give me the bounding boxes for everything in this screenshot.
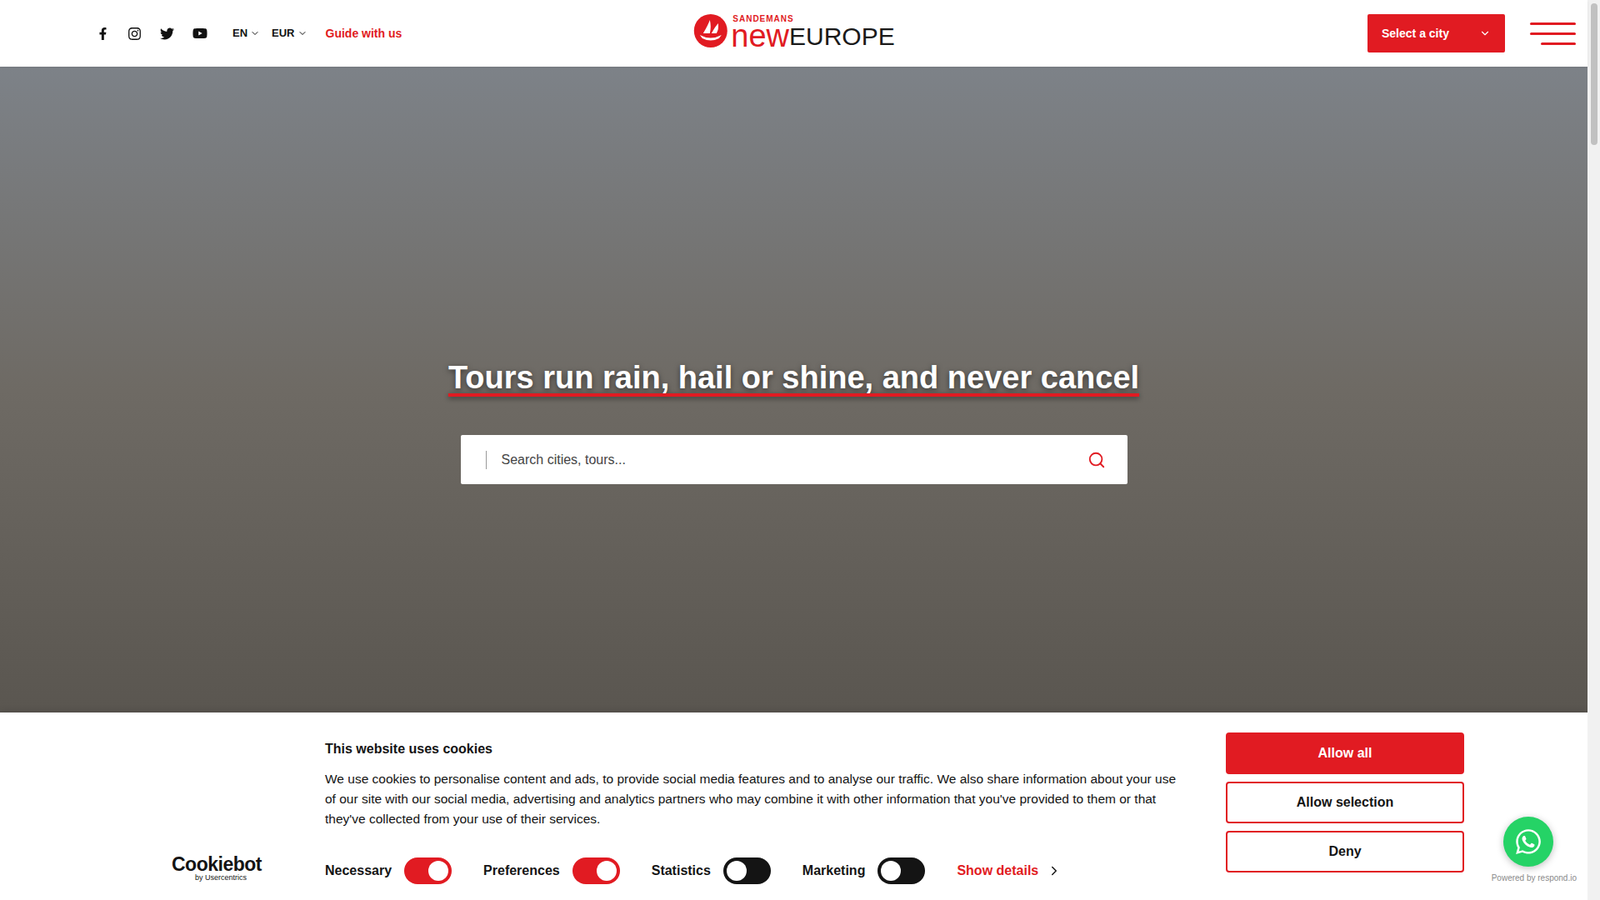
logo-text: SANDEMANSnewEUROPE bbox=[730, 15, 895, 49]
toggle-switch[interactable] bbox=[723, 857, 771, 885]
scrollbar-thumb[interactable] bbox=[1590, 3, 1598, 145]
facebook-icon[interactable] bbox=[96, 27, 110, 40]
cookie-toggle[interactable]: Preferences bbox=[483, 857, 620, 885]
menu-icon[interactable] bbox=[1530, 22, 1576, 45]
toggle-knob bbox=[726, 860, 747, 881]
social-links bbox=[96, 25, 208, 41]
logo[interactable]: SANDEMANSnewEUROPE bbox=[692, 13, 895, 49]
cookie-button[interactable]: Deny bbox=[1225, 830, 1465, 873]
toggle-knob bbox=[880, 860, 901, 881]
search-bar[interactable] bbox=[460, 435, 1128, 485]
ship-logo-icon bbox=[692, 13, 728, 49]
toggle-knob bbox=[428, 860, 449, 881]
cookie-toggles: Necessary Preferences Statistics Marketing S… bbox=[325, 857, 1188, 885]
guide-link[interactable]: Guide with us bbox=[325, 25, 403, 43]
cookie-title: This website uses cookies bbox=[325, 739, 1188, 760]
cookie-text: We use cookies to personalise content an… bbox=[325, 769, 1188, 830]
chevron-down-icon bbox=[1479, 27, 1491, 40]
show-details-link[interactable]: Show details bbox=[956, 860, 1062, 881]
cookie-toggle[interactable]: Marketing bbox=[802, 857, 926, 885]
whatsapp-icon bbox=[1514, 827, 1543, 856]
toggle-knob bbox=[596, 860, 617, 881]
page: EN EUR Guide with us SANDEMANSnewEUROPE Sele… bbox=[0, 0, 1600, 900]
cookie-content: This website uses cookies We use cookies … bbox=[325, 712, 1188, 900]
cookiebot-logo[interactable]: Cookiebotby Usercentrics bbox=[171, 855, 325, 900]
main: EN EUR Guide with us SANDEMANSnewEUROPE Sele… bbox=[0, 0, 1588, 900]
toggle-switch[interactable] bbox=[572, 857, 620, 885]
cookie-buttons: Allow all Allow selection Deny bbox=[1225, 712, 1465, 900]
twitter-icon[interactable] bbox=[160, 26, 175, 41]
toggle-switch[interactable] bbox=[877, 857, 925, 885]
hero-heading: Tours run rain, hail or shine, and never… bbox=[448, 354, 1140, 402]
currency-select[interactable]: EUR bbox=[271, 25, 307, 42]
header-right: Select a city bbox=[1367, 14, 1576, 53]
powered-by: Powered by respond.io bbox=[1491, 871, 1577, 885]
header: EN EUR Guide with us SANDEMANSnewEUROPE Sele… bbox=[0, 0, 1588, 67]
search-icon[interactable] bbox=[1087, 450, 1106, 470]
search-input[interactable] bbox=[501, 450, 1088, 470]
cookie-button[interactable]: Allow all bbox=[1225, 732, 1465, 775]
hero: Tours run rain, hail or shine, and never… bbox=[0, 66, 1588, 713]
instagram-icon[interactable] bbox=[127, 26, 142, 41]
cookie-banner: Cookiebotby UsercentricsThis website use… bbox=[0, 712, 1588, 900]
cookie-button[interactable]: Allow selection bbox=[1225, 781, 1465, 824]
chevron-right-icon bbox=[1046, 863, 1062, 879]
chevron-down-icon bbox=[297, 28, 308, 39]
youtube-icon[interactable] bbox=[192, 25, 208, 41]
cookie-toggle[interactable]: Statistics bbox=[651, 857, 771, 885]
language-select[interactable]: EN bbox=[232, 25, 260, 42]
chevron-down-icon bbox=[250, 28, 260, 39]
whatsapp-button[interactable] bbox=[1503, 816, 1554, 867]
city-select[interactable]: Select a city bbox=[1367, 14, 1505, 53]
header-left: EN EUR Guide with us bbox=[96, 25, 402, 43]
toggle-switch[interactable] bbox=[404, 857, 452, 885]
cookie-toggle[interactable]: Necessary bbox=[325, 857, 452, 885]
scrollbar[interactable] bbox=[1587, 0, 1600, 900]
